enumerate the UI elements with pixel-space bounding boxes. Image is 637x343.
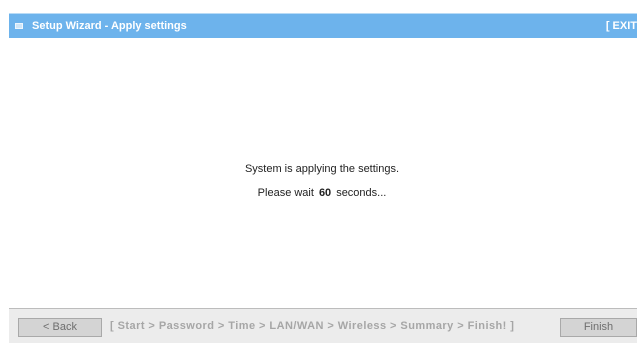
wait-suffix: seconds... — [336, 187, 387, 199]
wizard-footer: < Back [ Start > Password > Time > LAN/W… — [9, 308, 637, 343]
title-bar: Setup Wizard - Apply settings [ EXIT — [9, 13, 637, 38]
wait-message: Please wait 60 seconds... — [9, 187, 635, 199]
finish-button[interactable]: Finish — [560, 318, 637, 337]
wait-prefix: Please wait — [257, 187, 314, 199]
back-button[interactable]: < Back — [18, 318, 102, 337]
exit-link[interactable]: [ EXIT — [606, 20, 637, 32]
setup-wizard-window: Setup Wizard - Apply settings [ EXIT Sys… — [9, 10, 637, 343]
content-area: System is applying the settings. Please … — [9, 38, 637, 308]
status-message: System is applying the settings. — [244, 163, 400, 175]
window-icon — [15, 23, 23, 29]
countdown-value: 60 — [318, 187, 332, 199]
window-title: Setup Wizard - Apply settings — [32, 20, 187, 32]
wizard-steps-breadcrumb: [ Start > Password > Time > LAN/WAN > Wi… — [110, 320, 515, 332]
